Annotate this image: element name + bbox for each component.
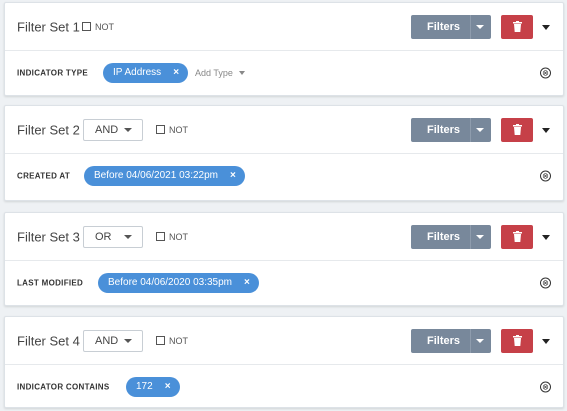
delete-filter-set-button[interactable] — [501, 328, 533, 353]
trash-icon — [512, 335, 522, 346]
expand-caret-icon[interactable] — [542, 234, 550, 240]
operator-value: AND — [95, 334, 119, 347]
not-label: NOT — [169, 124, 188, 135]
filters-button[interactable]: Filters — [411, 224, 491, 249]
filter-set-header: Filter Set 3 OR NOT Filters — [5, 213, 563, 261]
filters-button[interactable]: Filters — [411, 328, 491, 353]
pill-remove-icon[interactable]: × — [165, 381, 171, 392]
field-label: CREATED AT — [17, 171, 71, 180]
filters-button-label: Filters — [427, 230, 461, 243]
operator-select[interactable]: AND — [83, 118, 143, 141]
add-type-label: Add Type — [195, 67, 233, 78]
field-label: INDICATOR CONTAINS — [17, 382, 110, 391]
chevron-down-icon — [124, 127, 132, 132]
trash-icon — [512, 21, 522, 32]
pill-remove-icon[interactable]: × — [244, 277, 250, 288]
filter-set-header: Filter Set 1 NOT Filters — [5, 3, 563, 51]
delete-filter-set-button[interactable] — [501, 117, 533, 142]
filter-set-title: Filter Set 4 — [17, 333, 80, 348]
clear-circle-icon[interactable]: ⊗ — [540, 67, 551, 78]
not-checkbox[interactable]: NOT — [156, 232, 188, 242]
filter-set-title: Filter Set 3 — [17, 229, 80, 244]
delete-filter-set-button[interactable] — [501, 14, 533, 39]
operator-value: OR — [95, 230, 112, 243]
pill-label: 172 — [136, 381, 153, 392]
field-label: INDICATOR TYPE — [17, 68, 89, 77]
clear-circle-icon[interactable]: ⊗ — [540, 170, 551, 181]
pill-remove-icon[interactable]: × — [173, 67, 179, 78]
filter-set-body: INDICATOR TYPE IP Address × Add Type ⊗ — [5, 51, 563, 94]
operator-value: AND — [95, 123, 119, 136]
filters-button-label: Filters — [427, 20, 461, 33]
delete-filter-set-button[interactable] — [501, 224, 533, 249]
button-divider — [470, 224, 471, 249]
field-label: LAST MODIFIED — [17, 278, 84, 287]
chevron-down-icon — [124, 338, 132, 343]
filters-button-label: Filters — [427, 123, 461, 136]
chevron-down-icon[interactable] — [476, 127, 484, 132]
trash-icon — [512, 124, 522, 135]
chevron-down-icon[interactable] — [476, 24, 484, 29]
filter-set-card-1: Filter Set 1 NOT Filters INDICATOR TYPE … — [4, 2, 564, 96]
checkbox-icon[interactable] — [156, 336, 165, 345]
filter-set-title: Filter Set 1 — [17, 19, 80, 34]
checkbox-icon[interactable] — [156, 232, 165, 241]
chevron-down-icon — [238, 70, 245, 75]
filter-set-card-4: Filter Set 4 AND NOT Filters INDICATOR C… — [4, 316, 564, 408]
filters-button[interactable]: Filters — [411, 14, 491, 39]
filter-set-header: Filter Set 4 AND NOT Filters — [5, 317, 563, 365]
pill-label: Before 04/06/2020 03:35pm — [108, 277, 232, 288]
not-label: NOT — [169, 335, 188, 346]
checkbox-icon[interactable] — [156, 125, 165, 134]
not-label: NOT — [169, 231, 188, 242]
trash-icon — [512, 231, 522, 242]
expand-caret-icon[interactable] — [542, 127, 550, 133]
operator-select[interactable]: AND — [83, 329, 143, 352]
filters-button-label: Filters — [427, 334, 461, 347]
pill-remove-icon[interactable]: × — [230, 170, 236, 181]
chevron-down-icon[interactable] — [476, 234, 484, 239]
not-label: NOT — [95, 21, 114, 32]
pill-label: Before 04/06/2021 03:22pm — [94, 170, 218, 181]
filter-set-body: INDICATOR CONTAINS 172 × ⊗ — [5, 365, 563, 408]
not-checkbox[interactable]: NOT — [156, 336, 188, 346]
expand-caret-icon[interactable] — [542, 24, 550, 30]
filter-set-body: CREATED AT Before 04/06/2021 03:22pm × ⊗ — [5, 154, 563, 197]
not-checkbox[interactable]: NOT — [156, 125, 188, 135]
filter-set-card-2: Filter Set 2 AND NOT Filters CREATED AT … — [4, 105, 564, 201]
add-type-dropdown[interactable]: Add Type — [195, 68, 245, 78]
filter-value-pill[interactable]: 172 × — [126, 376, 180, 397]
pill-label: IP Address — [113, 67, 162, 78]
clear-circle-icon[interactable]: ⊗ — [540, 381, 551, 392]
operator-select[interactable]: OR — [83, 225, 143, 248]
filter-set-body: LAST MODIFIED Before 04/06/2020 03:35pm … — [5, 261, 563, 304]
filter-value-pill[interactable]: Before 04/06/2020 03:35pm × — [98, 272, 259, 293]
filters-button[interactable]: Filters — [411, 117, 491, 142]
chevron-down-icon[interactable] — [476, 338, 484, 343]
filter-value-pill[interactable]: Before 04/06/2021 03:22pm × — [84, 165, 245, 186]
filter-set-title: Filter Set 2 — [17, 122, 80, 137]
button-divider — [470, 117, 471, 142]
checkbox-icon[interactable] — [82, 22, 91, 31]
clear-circle-icon[interactable]: ⊗ — [540, 277, 551, 288]
filter-set-card-3: Filter Set 3 OR NOT Filters LAST MODIFIE… — [4, 212, 564, 306]
chevron-down-icon — [124, 234, 132, 239]
filter-value-pill[interactable]: IP Address × — [103, 62, 189, 83]
button-divider — [470, 14, 471, 39]
filter-set-header: Filter Set 2 AND NOT Filters — [5, 106, 563, 154]
button-divider — [470, 328, 471, 353]
expand-caret-icon[interactable] — [542, 338, 550, 344]
not-checkbox[interactable]: NOT — [82, 22, 114, 32]
